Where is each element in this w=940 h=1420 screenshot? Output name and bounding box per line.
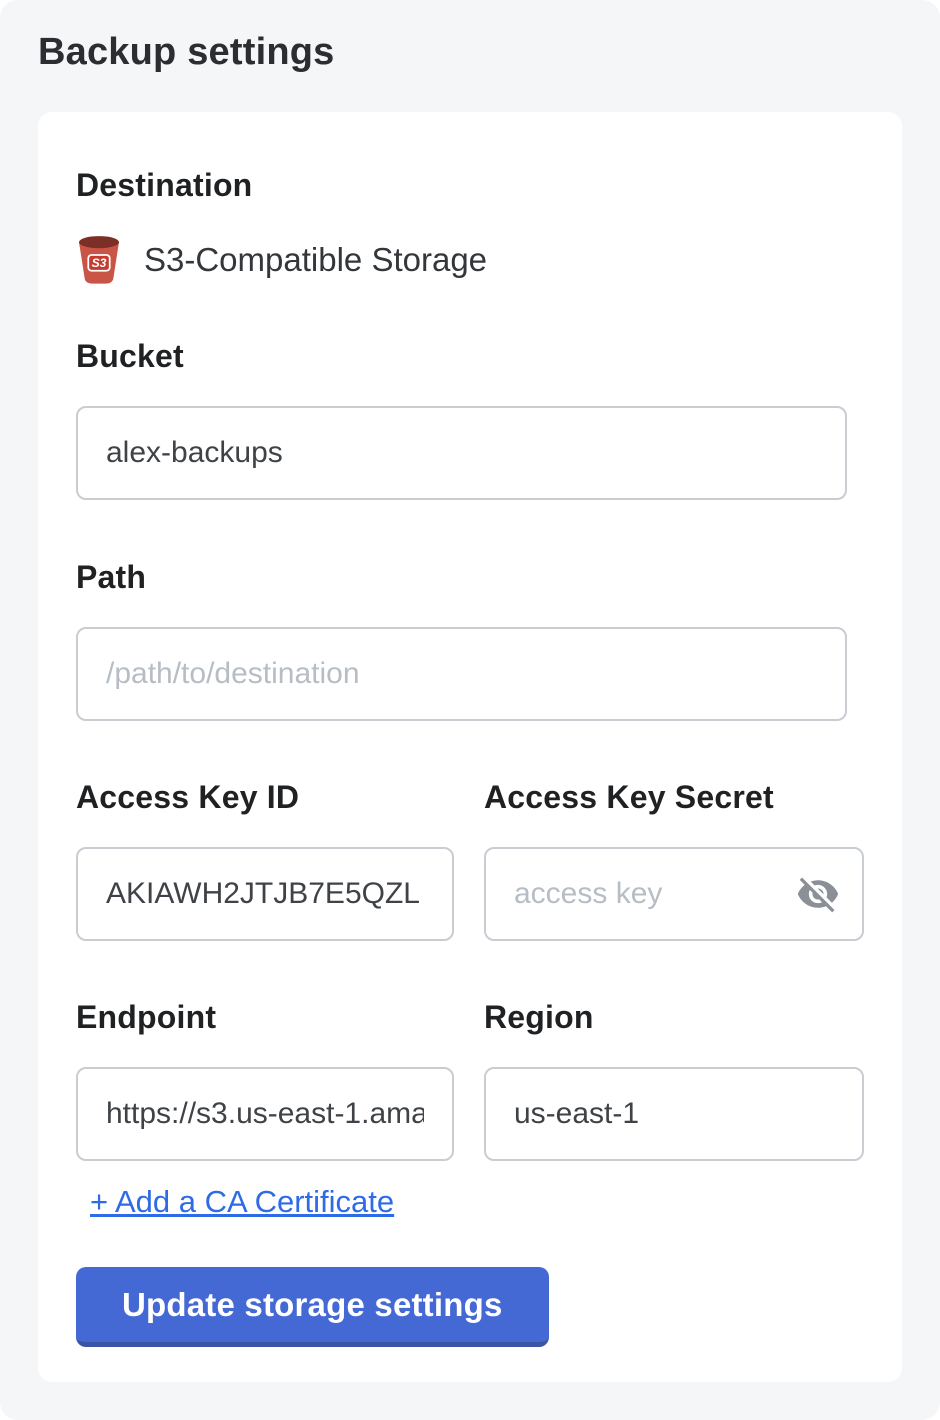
endpoint-section: Endpoint <box>76 997 454 1161</box>
update-storage-settings-button[interactable]: Update storage settings <box>76 1267 549 1347</box>
endpoint-region-row: Endpoint Region <box>76 997 864 1161</box>
backup-settings-card: Destination S3 S3-Compatible Storage Buc… <box>38 112 902 1382</box>
access-key-secret-field <box>484 847 864 941</box>
destination-label: Destination <box>76 165 864 205</box>
access-key-secret-section: Access Key Secret <box>484 777 864 941</box>
path-section: Path <box>76 557 864 721</box>
bucket-input[interactable] <box>76 406 847 500</box>
access-keys-row: Access Key ID Access Key Secret <box>76 777 864 941</box>
svg-text:S3: S3 <box>92 256 107 270</box>
destination-row: S3 S3-Compatible Storage <box>76 235 864 285</box>
bucket-label: Bucket <box>76 336 864 376</box>
destination-value: S3-Compatible Storage <box>144 241 487 279</box>
path-label: Path <box>76 557 864 597</box>
eye-off-icon <box>796 872 840 916</box>
access-key-id-section: Access Key ID <box>76 777 454 941</box>
access-key-id-input[interactable] <box>76 847 454 941</box>
s3-bucket-icon: S3 <box>76 235 122 285</box>
endpoint-label: Endpoint <box>76 997 454 1037</box>
bucket-section: Bucket <box>76 336 864 500</box>
region-label: Region <box>484 997 864 1037</box>
page-title: Backup settings <box>38 30 902 74</box>
region-input[interactable] <box>484 1067 864 1161</box>
endpoint-input[interactable] <box>76 1067 454 1161</box>
path-input[interactable] <box>76 627 847 721</box>
access-key-id-label: Access Key ID <box>76 777 454 817</box>
add-ca-certificate-link[interactable]: + Add a CA Certificate <box>90 1183 394 1221</box>
toggle-secret-visibility-button[interactable] <box>796 872 840 916</box>
backup-settings-page: Backup settings Destination S3 S3-Compat… <box>0 0 940 1420</box>
region-section: Region <box>484 997 864 1161</box>
access-key-secret-label: Access Key Secret <box>484 777 864 817</box>
